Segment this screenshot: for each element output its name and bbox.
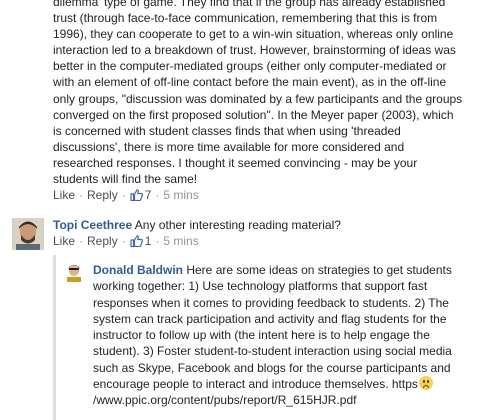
avatar[interactable]: [64, 262, 84, 282]
separator-dot: ·: [155, 234, 160, 248]
reply-link[interactable]: Reply: [87, 233, 118, 249]
comment-item: Donald Baldwin Here are some ideas on st…: [93, 262, 468, 409]
timestamp[interactable]: 5 mins: [163, 233, 198, 249]
comment-author[interactable]: Topi Ceethree: [53, 218, 132, 232]
comment-author[interactable]: Donald Baldwin: [93, 263, 183, 277]
thumbs-up-icon[interactable]: [130, 235, 143, 247]
reply-link[interactable]: Reply: [87, 187, 118, 203]
comment-item: Topi Ceethree Any other interesting read…: [53, 217, 473, 249]
avatar[interactable]: [12, 218, 44, 250]
comment-text-body: Here are some ideas on strategies to get…: [93, 263, 452, 392]
comment-text: dilemma' type of game. They find that if…: [53, 0, 463, 187]
like-count[interactable]: 1: [145, 233, 152, 249]
comment-text: Donald Baldwin Here are some ideas on st…: [93, 262, 468, 409]
like-count[interactable]: 7: [145, 187, 152, 203]
like-link[interactable]: Like: [53, 233, 75, 249]
separator-dot: ·: [79, 188, 84, 203]
reply-thread-line: [53, 255, 56, 420]
separator-dot: ·: [121, 234, 126, 248]
thumbs-up-icon[interactable]: [130, 189, 143, 202]
comment-actions: Like · Reply · 7 · 5 mins: [53, 187, 468, 203]
comment-text: Any other interesting reading material?: [134, 218, 341, 232]
timestamp[interactable]: 5 mins: [163, 187, 198, 203]
frowning-face-emoji: [418, 376, 433, 391]
separator-dot: ·: [79, 234, 84, 248]
comment-actions: Like · Reply · 1 · 5 mins: [53, 233, 473, 249]
separator-dot: ·: [121, 188, 126, 203]
separator-dot: ·: [155, 188, 160, 203]
comment-item: dilemma' type of game. They find that if…: [53, 0, 468, 203]
like-link[interactable]: Like: [53, 187, 75, 203]
link-tail[interactable]: /www.ppic.org/content/pubs/report/R_615H…: [93, 393, 356, 407]
